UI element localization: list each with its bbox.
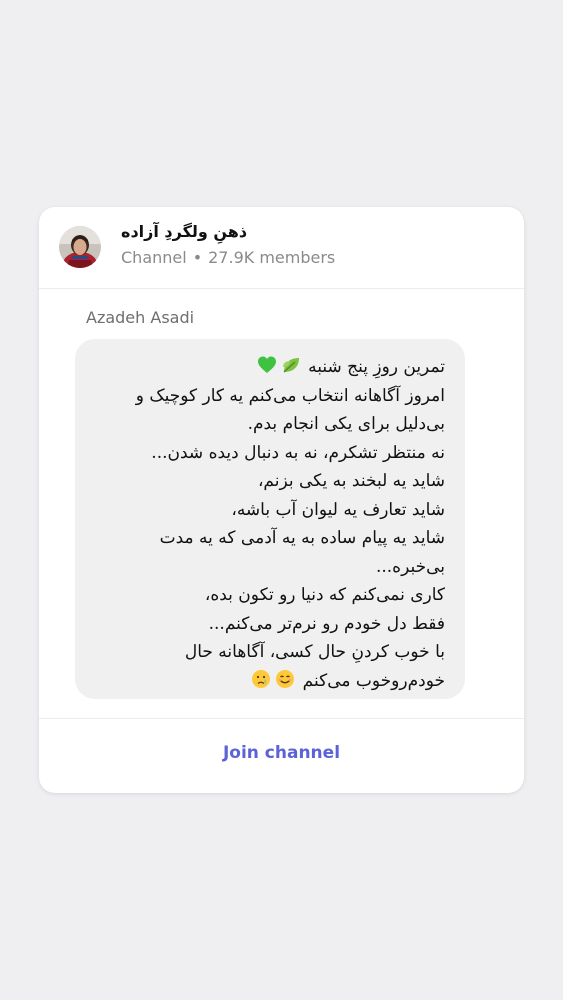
crying-icon [251, 669, 271, 689]
message-last-line: خودم‌روخوب می‌کنم [249, 669, 445, 691]
avatar[interactable] [59, 226, 101, 268]
channel-header[interactable]: ذهنِ ولگردِ آزاده Channel • 27.9K members [39, 207, 524, 289]
message-first-line: تمرین روزِ پنج شنبه امروز آگاهانه انتخاب… [135, 355, 445, 691]
smile-icon [275, 669, 295, 689]
member-count: 27.9K members [208, 248, 336, 267]
message-body: امروز آگاهانه انتخاب می‌کنم یه کار کوچیک… [135, 385, 445, 663]
channel-preview-card: ذهنِ ولگردِ آزاده Channel • 27.9K members … [39, 207, 524, 793]
join-channel-button[interactable]: Join channel [39, 743, 524, 763]
channel-title: ذهنِ ولگردِ آزاده [121, 222, 248, 241]
separator-dot: • [192, 248, 203, 267]
channel-type-label: Channel [121, 248, 187, 267]
sender-name: Azadeh Asadi [86, 308, 195, 327]
leaf-icon [281, 355, 301, 375]
message-text: تمرین روزِ پنج شنبه امروز آگاهانه انتخاب… [85, 353, 445, 695]
footer-divider [39, 718, 524, 719]
green-heart-icon [257, 355, 277, 375]
message-bubble: تمرین روزِ پنج شنبه امروز آگاهانه انتخاب… [75, 339, 465, 699]
message-first-line-text: تمرین روزِ پنج شنبه [308, 357, 445, 377]
channel-subtitle: Channel • 27.9K members [121, 248, 335, 267]
message-last-line-text: خودم‌روخوب می‌کنم [302, 670, 445, 691]
